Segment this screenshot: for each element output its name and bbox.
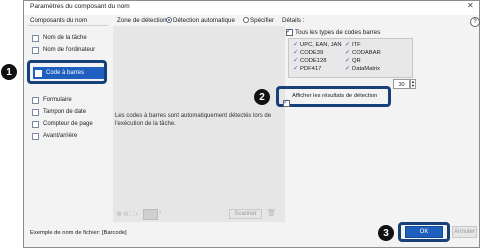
check-icon: ✓ xyxy=(345,42,351,48)
callout-badge-2: 2 xyxy=(254,89,270,105)
cancel-button[interactable]: Annuler xyxy=(452,226,477,238)
barcode-types-list: ✓ UPC, EAN, JAN ✓ CODE39 ✓ CODE128 ✓ PDF417 … xyxy=(288,38,413,78)
date-icon xyxy=(32,108,39,116)
code-item[interactable]: ✓ DataMatrix xyxy=(345,65,381,73)
form-icon xyxy=(32,96,39,104)
help-glyph: ? xyxy=(473,19,477,25)
preview-message: Les codes à barres sont automatiquement … xyxy=(115,113,272,127)
computer-icon xyxy=(32,46,39,54)
callout-frame-1 xyxy=(27,60,107,84)
callout-badge-3: 3 xyxy=(378,225,394,241)
code-label: DataMatrix xyxy=(352,65,381,72)
ok-button[interactable]: OK xyxy=(405,226,443,238)
details-label: Détails : xyxy=(282,17,305,24)
check-icon: ✓ xyxy=(293,58,299,64)
check-icon: ✓ xyxy=(293,66,299,72)
window-title: Paramètres du composant du nom xyxy=(30,3,130,10)
sidebar-item-page-counter[interactable]: Compteur de page xyxy=(32,118,93,130)
code-label: CODE39 xyxy=(300,49,324,56)
all-types-checkbox[interactable] xyxy=(286,27,293,36)
task-icon xyxy=(32,34,39,42)
code-item[interactable]: ✓ ITF xyxy=(345,41,361,49)
code-label: ITF xyxy=(352,41,361,48)
code-item[interactable]: ✓ PDF417 xyxy=(293,65,322,73)
sidebar-item-date-stamp[interactable]: Tampon de date xyxy=(32,106,86,118)
auto-detection-label: Détection automatique xyxy=(173,17,235,24)
prev-page-icon[interactable]: ‹ xyxy=(136,211,139,218)
close-icon[interactable]: ✕ xyxy=(467,1,474,10)
sidebar-item-front-back[interactable]: Avant/arrière xyxy=(32,130,77,142)
sidebar-item-label: Tampon de date xyxy=(43,109,87,115)
sidebar-item-task-name[interactable]: Nom de la tâche xyxy=(32,32,87,44)
callout-badge-1: 1 xyxy=(1,64,17,80)
code-item[interactable]: ✓ UPC, EAN, JAN xyxy=(293,41,342,49)
zoom-tools: ⊕⊖⛶‹ xyxy=(116,210,139,219)
specify-label: Spécifier xyxy=(250,17,275,24)
code-label: CODABAR xyxy=(352,49,381,56)
sidebar-item-label: Compteur de page xyxy=(43,121,93,127)
sidebar-heading: Composants du nom xyxy=(30,17,88,24)
code-label: QR xyxy=(352,57,361,64)
auto-detection-radio[interactable] xyxy=(166,17,172,23)
front-back-icon xyxy=(32,132,39,140)
code-item[interactable]: ✓ QR xyxy=(345,57,361,65)
sidebar-item-label: Avant/arrière xyxy=(43,133,78,139)
check-icon: ✓ xyxy=(345,66,351,72)
detection-zone-label: Zone de détection: xyxy=(117,17,169,24)
check-icon: ✓ xyxy=(293,42,299,48)
check-icon: ✓ xyxy=(345,50,351,56)
trash-icon[interactable]: 🗑 xyxy=(267,209,276,217)
specify-radio[interactable] xyxy=(243,17,249,23)
sidebar-item-label: Nom de l'ordinateur xyxy=(43,47,96,53)
zoom-in-icon[interactable]: ⊕ xyxy=(116,211,123,218)
sidebar-item-form[interactable]: Formulaire xyxy=(32,94,72,106)
show-results-label: Afficher les résultats de détection xyxy=(292,93,378,99)
spinner-arrows[interactable]: ▲ ▼ xyxy=(410,79,416,89)
sidebar: Nom de la tâche Nom de l'ordinateur Code… xyxy=(28,26,108,226)
code-label: PDF417 xyxy=(300,65,322,72)
sidebar-item-computer-name[interactable]: Nom de l'ordinateur xyxy=(32,44,95,56)
counter-icon xyxy=(32,120,39,128)
code-label: CODE128 xyxy=(300,57,327,64)
sidebar-item-label: Formulaire xyxy=(43,97,72,103)
code-item[interactable]: ✓ CODABAR xyxy=(345,49,381,57)
code-item[interactable]: ✓ CODE128 xyxy=(293,57,327,65)
zoom-out-icon[interactable]: ⊖ xyxy=(123,211,130,218)
example-filename: Exemple de nom de fichier: [Barcode] xyxy=(30,230,127,236)
sidebar-item-label: Nom de la tâche xyxy=(43,35,87,41)
scan-button[interactable]: Scanner xyxy=(229,209,262,219)
page-number-field[interactable] xyxy=(143,209,158,220)
all-types-label: Tous les types de codes barres xyxy=(295,29,381,36)
show-results-checkbox[interactable] xyxy=(283,98,290,107)
code-label: UPC, EAN, JAN xyxy=(300,41,342,48)
check-icon: ✓ xyxy=(345,58,351,64)
next-page-icon[interactable]: › xyxy=(159,209,161,216)
check-icon: ✓ xyxy=(293,50,299,56)
timeout-spinner[interactable]: 30 xyxy=(393,79,410,89)
code-item[interactable]: ✓ CODE39 xyxy=(293,49,324,57)
help-icon[interactable]: ? xyxy=(470,17,480,27)
